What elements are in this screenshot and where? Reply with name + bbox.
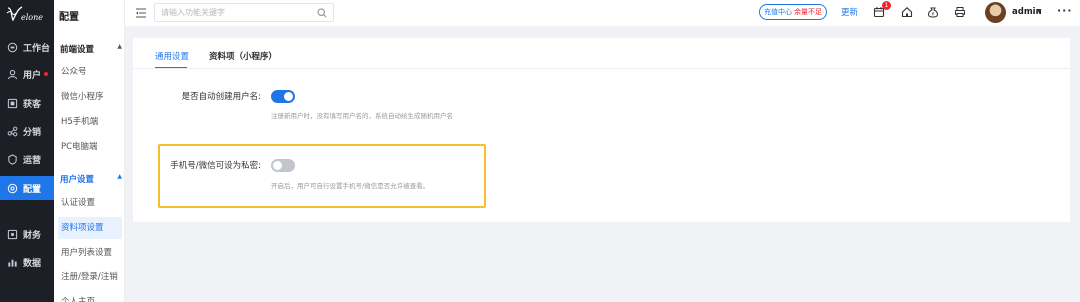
nav-item-users[interactable]: 用户 xyxy=(0,62,54,86)
brand-logo[interactable]: elone xyxy=(0,0,54,30)
dashboard-icon xyxy=(5,40,19,54)
nav-item-acquire[interactable]: 获客 xyxy=(0,91,54,115)
subnav-item-register-login[interactable]: 注册/登录/注销 xyxy=(60,266,124,288)
subnav-item-user-list[interactable]: 用户列表设置 xyxy=(60,242,124,264)
nav-item-data[interactable]: 数据 xyxy=(0,250,54,274)
subnav-group-user-settings[interactable]: 用户设置 ▲ xyxy=(60,173,122,185)
main-nav: elone 工作台 用户 获客 分销 运营 配置 财务 数据 xyxy=(0,0,54,302)
nav-label: 运营 xyxy=(23,155,42,166)
auto-create-username-label: 是否自动创建用户名: xyxy=(181,92,261,102)
tab-divider xyxy=(133,68,1070,69)
subnav-item-pc[interactable]: PC电脑端 xyxy=(60,136,124,158)
sub-nav: 配置 前端设置 ▲ 公众号 微信小程序 H5手机端 PC电脑端 用户设置 ▲ 认… xyxy=(54,0,125,302)
home-icon[interactable] xyxy=(900,5,914,19)
chevron-down-icon[interactable]: ▼ xyxy=(1037,8,1042,15)
highlight-frame xyxy=(158,144,486,208)
money-bag-icon[interactable]: ¥ xyxy=(926,5,940,19)
chart-icon xyxy=(5,255,19,269)
nav-item-finance[interactable]: 财务 xyxy=(0,222,54,246)
menu-collapse-icon[interactable] xyxy=(135,7,147,19)
nav-item-settings[interactable]: 配置 xyxy=(0,176,54,200)
operation-icon xyxy=(5,152,19,166)
distribution-icon xyxy=(5,124,19,138)
nav-item-distribution[interactable]: 分销 xyxy=(0,119,54,143)
nav-item-operation[interactable]: 运营 xyxy=(0,147,54,171)
auto-create-username-hint: 注册新用户时，没有填写用户名的，系统自动给生成随机用户名 xyxy=(271,112,453,120)
subnav-item-h5[interactable]: H5手机端 xyxy=(60,111,124,133)
subnav-item-verification[interactable]: 认证设置 xyxy=(60,192,124,214)
auto-create-username-toggle[interactable] xyxy=(271,90,295,103)
settings-icon xyxy=(5,181,19,195)
toggle-knob xyxy=(284,92,293,101)
notification-badge: 1 xyxy=(882,1,891,10)
subnav-item-homepage[interactable]: 个人主页 xyxy=(60,291,124,302)
subnav-item-mini-program[interactable]: 微信小程序 xyxy=(60,86,124,108)
svg-text:¥: ¥ xyxy=(932,12,935,18)
user-avatar[interactable] xyxy=(985,2,1006,23)
caret-up-icon: ▲ xyxy=(117,173,122,180)
subnav-group-frontend[interactable]: 前端设置 ▲ xyxy=(60,43,122,55)
nav-label: 获客 xyxy=(23,99,42,110)
recharge-label: 充值中心 xyxy=(764,8,792,16)
nav-label: 分销 xyxy=(23,127,42,138)
svg-text:elone: elone xyxy=(21,13,43,22)
user-icon xyxy=(5,67,19,81)
nav-label: 财务 xyxy=(23,230,42,241)
subnav-item-official-account[interactable]: 公众号 xyxy=(60,61,124,83)
search-icon[interactable] xyxy=(317,8,327,18)
finance-icon xyxy=(5,227,19,241)
nav-item-workbench[interactable]: 工作台 xyxy=(0,35,54,59)
more-icon[interactable]: ··· xyxy=(1057,4,1073,17)
nav-label: 工作台 xyxy=(23,43,51,54)
recharge-button[interactable]: 充值中心 余量不足 xyxy=(759,4,827,20)
recharge-warning: 余量不足 xyxy=(794,8,822,16)
search-box xyxy=(154,3,334,22)
acquire-icon xyxy=(5,96,19,110)
tab-profile-fields[interactable]: 资料项（小程序） xyxy=(209,50,277,62)
nav-label: 数据 xyxy=(23,258,42,269)
subnav-title: 配置 xyxy=(59,12,79,23)
notification-dot xyxy=(44,72,48,76)
top-bar: 充值中心 余量不足 更新 1 ¥ admin ▼ ··· xyxy=(125,0,1080,26)
search-input[interactable] xyxy=(161,6,311,19)
update-link[interactable]: 更新 xyxy=(841,6,858,18)
subnav-item-profile-fields[interactable]: 资料项设置 xyxy=(58,217,122,239)
nav-label: 用户 xyxy=(23,70,42,81)
printer-icon[interactable] xyxy=(953,5,967,19)
tab-general-settings[interactable]: 通用设置 xyxy=(155,50,189,62)
caret-up-icon: ▲ xyxy=(117,43,122,50)
nav-label: 配置 xyxy=(23,184,42,195)
